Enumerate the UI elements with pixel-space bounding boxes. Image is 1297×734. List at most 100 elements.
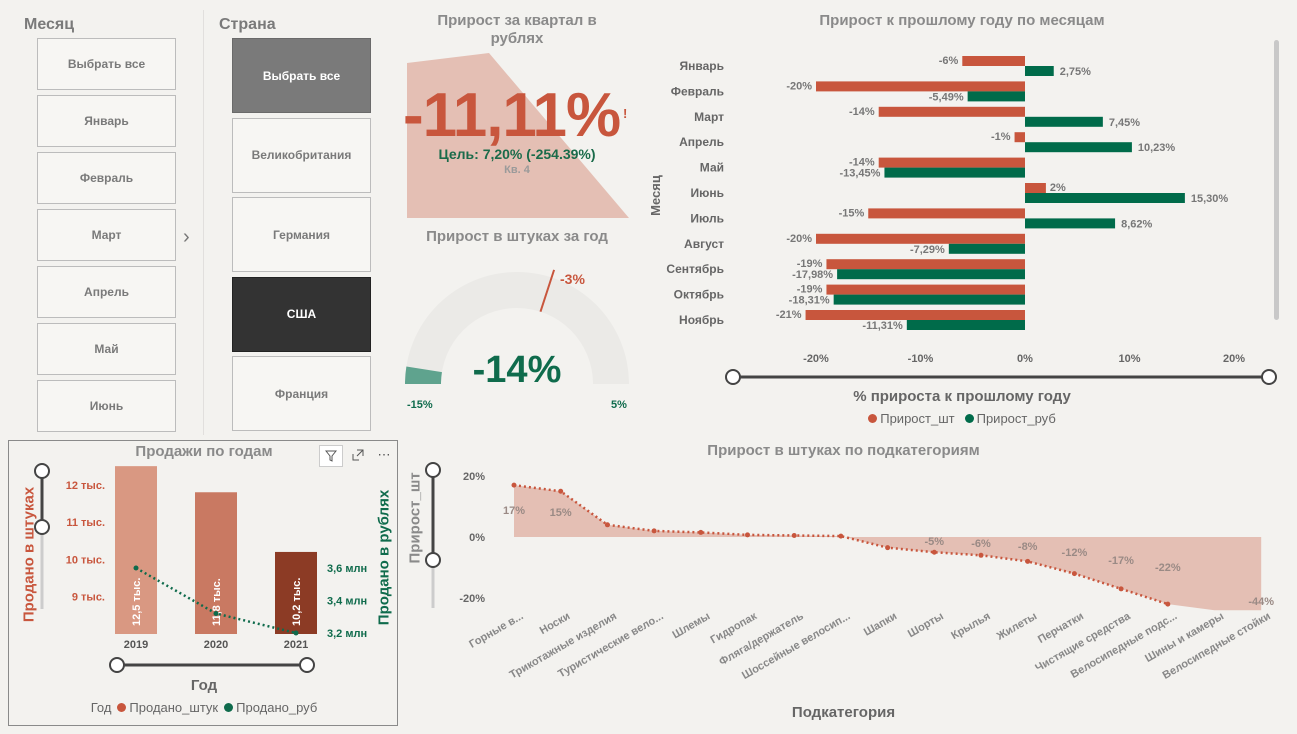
x-slider-handle-right [299, 657, 315, 673]
bar-rub [1025, 66, 1054, 76]
kpi-quarter-period: Кв. 4 [504, 164, 530, 176]
area-point [604, 522, 610, 528]
divider [203, 10, 204, 435]
kpi-quarter-goal: Цель: 7,20% (-254.39%) [438, 146, 596, 162]
kpi-quarter-title: Прирост за квартал в рублях [437, 12, 597, 47]
data-label: -20% [786, 233, 812, 245]
subcat-y-axis-title: Прирост_шт [406, 472, 424, 564]
data-label: -6% [939, 55, 959, 67]
sales-right-axis-title: Продано в рублях [375, 489, 393, 626]
x-category-label: Шорты [906, 610, 946, 640]
data-label: -20% [786, 80, 812, 92]
bar-units [878, 157, 1025, 168]
area-point [791, 532, 797, 538]
y-slider-handle-bottom [425, 552, 441, 568]
data-label: 2,75% [1060, 66, 1091, 78]
vertical-scrollbar[interactable] [1274, 40, 1279, 320]
legend-title: Год [90, 700, 112, 715]
bar-rub [884, 167, 1025, 178]
month-tile-4[interactable]: Апрель [37, 266, 176, 318]
data-label: -13,45% [839, 168, 880, 180]
data-label: 17% [503, 505, 525, 517]
bar-rub [1025, 142, 1132, 153]
area-point [1165, 601, 1171, 607]
data-label: -5% [925, 536, 945, 548]
month-tile-3[interactable]: Март [37, 209, 176, 261]
month-tile-0[interactable]: Выбрать все [37, 38, 176, 90]
month-tile-2[interactable]: Февраль [37, 152, 176, 204]
legend-item-rub-sold[interactable]: Продано_руб [224, 700, 317, 715]
monthly-growth-visual[interactable]: Прирост к прошлому году по месяцам Январ… [637, 8, 1287, 436]
left-tick-label: 11 тыс. [66, 517, 105, 529]
data-label: 7,45% [1109, 117, 1140, 129]
data-label: -18,31% [789, 295, 830, 307]
gauge-target-label: -3% [560, 271, 585, 287]
month-slicer-title: Месяц [24, 16, 75, 33]
left-tick-label: 10 тыс. [66, 554, 105, 566]
bar-data-label: 12,5 тыс. [131, 578, 143, 626]
x-category-label: Шапки [862, 610, 899, 638]
data-label: -12% [1062, 547, 1088, 559]
data-label: -5,49% [929, 91, 964, 103]
legend-label-units: Прирост_шт [880, 411, 955, 426]
legend-marker [868, 414, 878, 423]
data-label: -21% [776, 309, 802, 321]
bar-rub [837, 269, 1025, 280]
legend-item-units-sold[interactable]: Продано_штук [117, 700, 218, 715]
legend-item-units[interactable]: Прирост_шт [868, 411, 955, 426]
country-tile-4[interactable]: Франция [232, 356, 371, 431]
bar-units [1025, 183, 1046, 193]
area-point [931, 549, 937, 555]
data-label: -8% [1018, 541, 1038, 553]
month-label: Ноябрь [679, 313, 724, 327]
country-tile-1[interactable]: Великобритания [232, 117, 371, 193]
y-slider-handle-top [34, 463, 50, 479]
line-point [293, 630, 299, 636]
month-slicer: Месяц Выбрать все Январь Февраль Март Апрель… [10, 8, 200, 436]
month-tile-6[interactable]: Июнь [37, 380, 176, 432]
x-tick-label: 10% [1118, 353, 1140, 365]
bar-data-label: 10,2 тыс. [291, 578, 303, 626]
subcategory-visual[interactable]: Прирост в штуках по подкатегориям 17% 15%… [400, 440, 1287, 726]
monthly-bar-chart: Январь -6% 2,75% Февраль -20% -5,49% Март -14% 7… [666, 55, 1277, 385]
area-point [1118, 586, 1124, 592]
data-label: 2% [1050, 182, 1066, 194]
area-point [651, 528, 657, 534]
data-label: -14% [849, 106, 875, 118]
sales-year-visual[interactable]: Продажи по годам ⋯ 12,5 тыс. 2019 11,8 тыс… [8, 440, 398, 726]
data-label: -1% [991, 131, 1011, 143]
right-tick-label: 3,4 млн [327, 596, 367, 608]
gauge-year-visual[interactable]: Прирост в штуках за год -14% -15% 5% -3% [399, 224, 635, 436]
legend-label-rub-sold: Продано_руб [236, 700, 318, 715]
bar-rub [948, 243, 1025, 254]
gauge-value: -14% [472, 349, 562, 391]
y-tick-label: 0% [469, 532, 485, 544]
x-tick-label: -10% [908, 353, 934, 365]
month-label: Октябрь [674, 288, 724, 302]
legend-marker [964, 414, 974, 423]
line-point [213, 611, 219, 616]
country-tile-2[interactable]: Германия [232, 197, 371, 272]
country-slicer: Страна Выбрать все Великобритания Германия… [205, 8, 395, 436]
gauge-chart [405, 269, 629, 384]
area-point [838, 533, 844, 539]
data-label: 15% [550, 507, 572, 519]
legend-item-rub[interactable]: Прирост_руб [964, 411, 1056, 426]
area-point [698, 529, 704, 535]
legend-marker [224, 703, 234, 712]
month-tile-1[interactable]: Январь [37, 95, 176, 147]
bar-rub [1025, 116, 1103, 127]
country-tile-0[interactable]: Выбрать все [232, 38, 371, 113]
subcategory-area-chart: 17% 15% -5% -6% -8% -12% -17% -22% -44% 20% 0% -20%… [425, 462, 1274, 682]
kpi-quarter-visual[interactable]: Прирост за квартал в рублях -11,11% ! Це… [399, 8, 635, 222]
bar-units [868, 208, 1025, 219]
bar-units [878, 106, 1025, 117]
country-tile-3[interactable]: США [232, 276, 371, 352]
x-category-label: Носки [538, 610, 572, 637]
chevron-right-icon[interactable]: › [183, 226, 190, 249]
month-label: Апрель [679, 135, 724, 149]
x-slider-handle-left [109, 657, 125, 673]
bar-rub [1025, 193, 1185, 203]
month-tile-5[interactable]: Май [37, 323, 176, 375]
gauge-min: -15% [407, 399, 433, 411]
